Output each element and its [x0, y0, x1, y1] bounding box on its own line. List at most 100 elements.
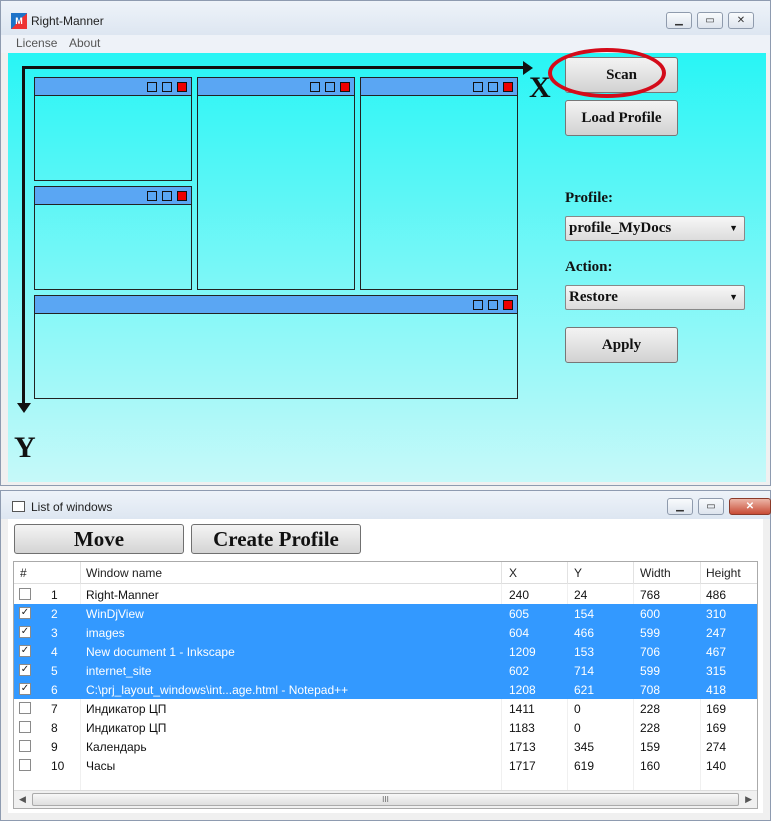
- apply-button[interactable]: Apply: [565, 327, 678, 363]
- window-frame-5[interactable]: [34, 295, 518, 399]
- col-header-x[interactable]: X: [509, 566, 517, 580]
- cell-n: 3: [51, 626, 58, 640]
- row-checkbox-checked-icon[interactable]: ✓: [19, 664, 31, 676]
- cell-x: 1717: [509, 759, 536, 773]
- row-checkbox-checked-icon[interactable]: ✓: [19, 626, 31, 638]
- table-row[interactable]: 1 Right-Manner 240 24 768 486: [14, 585, 757, 604]
- cell-y: 0: [574, 702, 581, 716]
- cell-y: 154: [574, 607, 595, 621]
- scroll-left-icon[interactable]: ◀: [19, 794, 26, 805]
- col-separator[interactable]: [700, 562, 701, 584]
- main-titlebar[interactable]: M Right-Manner ▁ ▭ ✕: [1, 1, 770, 35]
- window-frame-header: [35, 296, 517, 314]
- action-label: Action:: [565, 259, 613, 275]
- load-profile-button[interactable]: Load Profile: [565, 100, 678, 136]
- restore-icon[interactable]: ▭: [698, 498, 724, 515]
- minimize-icon[interactable]: ▁: [667, 498, 693, 515]
- x-axis-label: X: [529, 71, 551, 104]
- window-frame-2[interactable]: [34, 186, 192, 290]
- profile-select[interactable]: profile_MyDocs ▼: [565, 216, 745, 241]
- cell-name: Right-Manner: [86, 588, 159, 602]
- cell-x: 1208: [509, 683, 536, 697]
- maximize-square-icon: [162, 82, 172, 92]
- scroll-thumb[interactable]: III: [32, 793, 739, 806]
- menu-license[interactable]: License: [16, 36, 57, 50]
- col-separator[interactable]: [501, 562, 502, 584]
- profile-label: Profile:: [565, 190, 614, 206]
- window-frame-3[interactable]: [197, 77, 355, 290]
- y-axis-arrow-icon: [17, 403, 31, 413]
- action-select[interactable]: Restore ▼: [565, 285, 745, 310]
- move-button[interactable]: Move: [14, 524, 184, 554]
- window-frame-1[interactable]: [34, 77, 192, 181]
- row-checkbox[interactable]: [19, 740, 31, 752]
- cell-h: 140: [706, 759, 727, 773]
- cell-y: 619: [574, 759, 595, 773]
- table-row[interactable]: 9 Календарь 1713 345 159 274: [14, 737, 757, 756]
- col-header-number[interactable]: #: [20, 566, 27, 580]
- y-axis-line: [22, 66, 25, 406]
- table-row[interactable]: ✓ 3 images 604 466 599 247: [14, 623, 757, 642]
- row-checkbox[interactable]: [19, 721, 31, 733]
- table-row[interactable]: 7 Индикатор ЦП 1411 0 228 169: [14, 699, 757, 718]
- col-separator[interactable]: [80, 562, 81, 584]
- chevron-down-icon: ▼: [729, 223, 738, 233]
- cell-x: 1713: [509, 740, 536, 754]
- maximize-square-icon: [488, 300, 498, 310]
- maximize-square-icon: [488, 82, 498, 92]
- cell-y: 153: [574, 645, 595, 659]
- row-checkbox-checked-icon[interactable]: ✓: [19, 683, 31, 695]
- row-checkbox[interactable]: [19, 759, 31, 771]
- close-square-icon: [503, 300, 513, 310]
- cell-x: 604: [509, 626, 530, 640]
- window-frame-header: [361, 78, 517, 96]
- cell-h: 467: [706, 645, 727, 659]
- col-header-y[interactable]: Y: [574, 566, 582, 580]
- cell-y: 0: [574, 721, 581, 735]
- create-profile-button[interactable]: Create Profile: [191, 524, 361, 554]
- row-checkbox-checked-icon[interactable]: ✓: [19, 645, 31, 657]
- menu-about[interactable]: About: [69, 36, 100, 50]
- cell-n: 4: [51, 645, 58, 659]
- horizontal-scrollbar[interactable]: ◀ III ▶: [14, 790, 757, 808]
- cell-y: 345: [574, 740, 595, 754]
- col-header-width[interactable]: Width: [640, 566, 671, 580]
- minimize-square-icon: [147, 82, 157, 92]
- table-row[interactable]: 8 Индикатор ЦП 1183 0 228 169: [14, 718, 757, 737]
- col-header-height[interactable]: Height: [706, 566, 741, 580]
- scroll-right-icon[interactable]: ▶: [745, 794, 752, 805]
- close-square-icon: [340, 82, 350, 92]
- row-checkbox[interactable]: [19, 702, 31, 714]
- table-row[interactable]: ✓ 4 New document 1 - Inkscape 1209 153 706 467: [14, 642, 757, 661]
- row-checkbox[interactable]: [19, 588, 31, 600]
- window-frame-4[interactable]: [360, 77, 518, 290]
- table-row[interactable]: ✓ 2 WinDjView 605 154 600 310: [14, 604, 757, 623]
- cell-name: images: [86, 626, 125, 640]
- table-row[interactable]: ✓ 6 C:\prj_layout_windows\int...age.html -…: [14, 680, 757, 699]
- close-icon[interactable]: ✕: [729, 498, 771, 515]
- table-row[interactable]: 10 Часы 1717 619 160 140: [14, 756, 757, 775]
- restore-icon[interactable]: ▭: [697, 12, 723, 29]
- cell-x: 602: [509, 664, 530, 678]
- cell-x: 1411: [509, 702, 535, 716]
- cell-w: 160: [640, 759, 661, 773]
- cell-y: 621: [574, 683, 595, 697]
- col-separator[interactable]: [633, 562, 634, 584]
- windows-list[interactable]: # Window name X Y Width Height 1 Right-Ma…: [13, 561, 758, 809]
- table-row[interactable]: ✓ 5 internet_site 602 714 599 315: [14, 661, 757, 680]
- cell-w: 708: [640, 683, 661, 697]
- col-header-window-name[interactable]: Window name: [86, 566, 162, 580]
- row-checkbox-checked-icon[interactable]: ✓: [19, 607, 31, 619]
- close-icon[interactable]: ✕: [728, 12, 754, 29]
- minimize-icon[interactable]: ▁: [666, 12, 692, 29]
- cell-n: 9: [51, 740, 58, 754]
- cell-w: 228: [640, 721, 661, 735]
- col-separator[interactable]: [567, 562, 568, 584]
- app-icon: M: [11, 13, 27, 29]
- cell-w: 599: [640, 664, 661, 678]
- cell-w: 228: [640, 702, 661, 716]
- profile-select-value: profile_MyDocs: [569, 220, 672, 236]
- cell-h: 169: [706, 702, 727, 716]
- minimize-square-icon: [473, 82, 483, 92]
- list-titlebar[interactable]: List of windows ▁ ▭ ✕: [1, 491, 771, 519]
